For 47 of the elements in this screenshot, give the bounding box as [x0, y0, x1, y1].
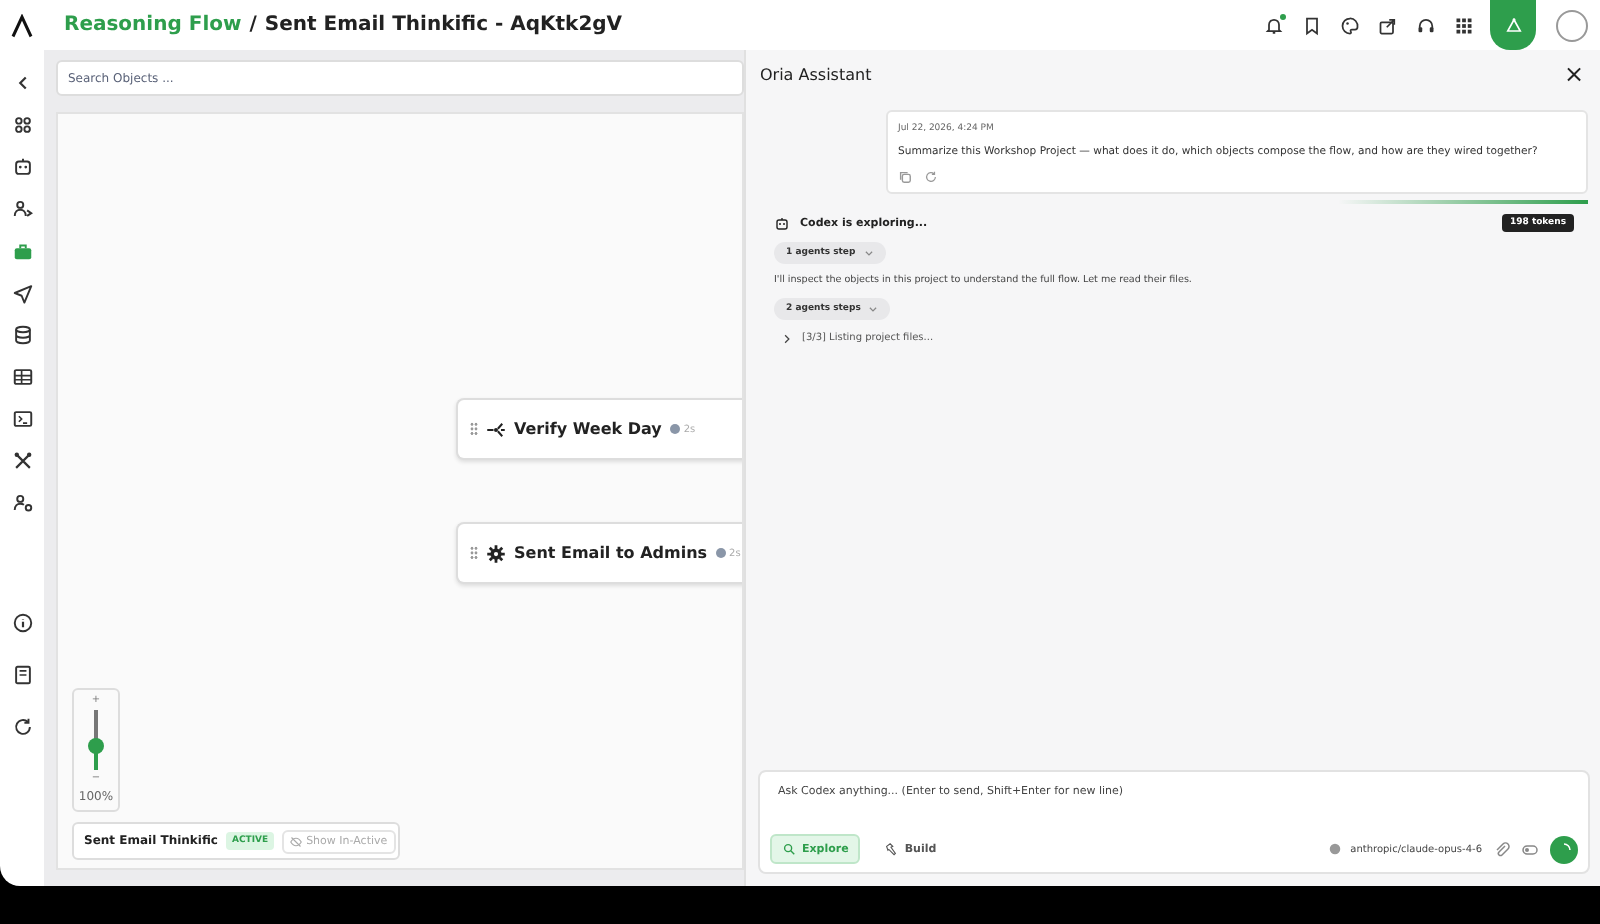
clock-icon	[715, 548, 726, 558]
bookmark-icon	[1301, 15, 1321, 35]
robot-icon	[11, 155, 33, 177]
drag-handle-icon[interactable]	[470, 546, 478, 560]
toggle-icon	[1522, 841, 1538, 857]
gear-icon	[486, 543, 506, 563]
branch-icon	[486, 419, 506, 439]
panel-title: Oria Assistant	[760, 65, 872, 83]
headset-icon	[1415, 15, 1435, 35]
eye-off-icon	[290, 835, 303, 847]
user-settings-icon	[11, 491, 33, 513]
palette-icon	[1339, 15, 1359, 35]
notifications-icon	[1263, 15, 1283, 35]
slider-thumb[interactable]	[88, 738, 104, 754]
toggle-button[interactable]	[1522, 841, 1538, 857]
chevron-down-icon	[868, 304, 879, 314]
send-button[interactable]	[1550, 835, 1578, 863]
toolbox-icon	[11, 239, 33, 261]
user-arrow-icon	[11, 197, 33, 219]
attach-button[interactable]	[1494, 841, 1510, 857]
chevron-right-icon	[782, 333, 792, 343]
share-icon	[1377, 15, 1397, 35]
hammer-icon	[884, 842, 899, 856]
info-icon	[11, 611, 33, 633]
close-button[interactable]: ×	[1563, 60, 1584, 88]
page-title: Sent Email Thinkific - AqKtk2gV	[264, 14, 623, 36]
table-icon	[11, 365, 33, 387]
paperclip-icon	[1494, 841, 1510, 857]
copy-icon[interactable]	[898, 170, 912, 184]
refresh-icon[interactable]	[924, 170, 938, 184]
node-label: Sent Email to Admins	[514, 544, 708, 562]
refresh-icon	[11, 715, 33, 737]
send-icon	[11, 281, 33, 303]
search-icon	[782, 842, 796, 856]
book-icon	[11, 663, 33, 685]
avatar[interactable]	[1556, 9, 1588, 41]
apps-grid-icon	[1453, 15, 1473, 35]
clock-icon	[669, 424, 680, 434]
grid-icon	[11, 113, 33, 135]
database-icon	[11, 323, 33, 345]
robot-icon	[774, 215, 790, 231]
node-label: Verify Week Day	[514, 420, 662, 438]
drag-handle-icon[interactable]	[470, 422, 478, 436]
terminal-icon	[11, 407, 33, 429]
logo-icon	[10, 13, 34, 37]
breadcrumb-separator: /	[249, 14, 257, 36]
chevron-down-icon	[863, 248, 874, 258]
